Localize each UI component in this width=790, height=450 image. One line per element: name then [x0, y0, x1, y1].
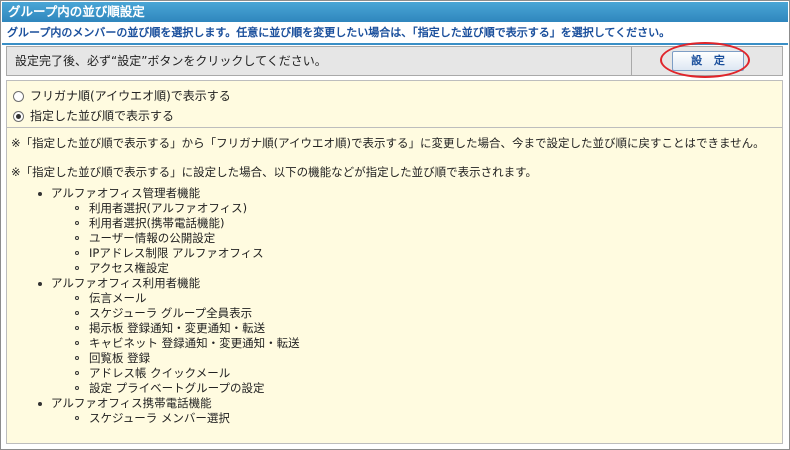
bullet: [38, 282, 42, 286]
list-item: ユーザー情報の公開設定: [51, 231, 300, 246]
bullet: [38, 402, 42, 406]
list-item: 設定 プライベートグループの設定: [51, 381, 300, 396]
feature-list: アルファオフィス管理者機能 利用者選択(アルファオフィス) 利用者選択(携帯電話…: [7, 186, 300, 426]
panel-subtitle: グループ内のメンバーの並び順を選択します。任意に並び順を変更したい場合は、「指定…: [7, 26, 671, 39]
set-button[interactable]: 設 定: [672, 51, 744, 71]
sort-options: フリガナ順(アイウエオ順)で表示する 指定した並び順で表示する: [6, 80, 783, 128]
settings-instruction: 設定完了後、必ず“設定”ボタンをクリックしてください。: [15, 54, 327, 68]
list-item: スケジューラ グループ全員表示: [51, 306, 300, 321]
note-warning: ※「指定した並び順で表示する」から「フリガナ順(アイウエオ順)で表示する」に変更…: [11, 136, 765, 150]
bullet: [38, 192, 42, 196]
feature-group: アルファオフィス利用者機能 伝言メール スケジューラ グループ全員表示 掲示板 …: [7, 276, 300, 396]
list-item: キャビネット 登録通知・変更通知・転送: [51, 336, 300, 351]
list-item: IPアドレス制限 アルファオフィス: [51, 246, 300, 261]
divider: [2, 43, 788, 45]
panel-title: グループ内の並び順設定: [2, 2, 788, 22]
list-item: 伝言メール: [51, 291, 300, 306]
list-item: 利用者選択(アルファオフィス): [51, 201, 300, 216]
feature-group-name: アルファオフィス携帯電話機能: [51, 396, 212, 410]
radio-furigana-order[interactable]: [13, 90, 24, 102]
option-label: フリガナ順(アイウエオ順)で表示する: [30, 89, 231, 103]
feature-items: スケジューラ メンバー選択: [51, 411, 300, 426]
settings-row: 設定完了後、必ず“設定”ボタンをクリックしてください。 設 定: [6, 42, 783, 78]
note-info: ※「指定した並び順で表示する」に設定した場合、以下の機能などが指定した並び順で表…: [11, 165, 537, 179]
list-item: 掲示板 登録通知・変更通知・転送: [51, 321, 300, 336]
list-item: 利用者選択(携帯電話機能): [51, 216, 300, 231]
list-item: アドレス帳 クイックメール: [51, 366, 300, 381]
list-item: 回覧板 登録: [51, 351, 300, 366]
option-custom-order[interactable]: 指定した並び順で表示する: [13, 107, 174, 125]
feature-items: 利用者選択(アルファオフィス) 利用者選択(携帯電話機能) ユーザー情報の公開設…: [51, 201, 300, 276]
option-furigana-order[interactable]: フリガナ順(アイウエオ順)で表示する: [13, 87, 231, 105]
option-label: 指定した並び順で表示する: [30, 109, 175, 123]
notes-area: ※「指定した並び順で表示する」から「フリガナ順(アイウエオ順)で表示する」に変更…: [6, 128, 783, 444]
list-item: アクセス権設定: [51, 261, 300, 276]
radio-custom-order[interactable]: [13, 110, 24, 122]
feature-group: アルファオフィス携帯電話機能 スケジューラ メンバー選択: [7, 396, 300, 426]
settings-button-cell: 設 定: [631, 42, 783, 78]
feature-group-name: アルファオフィス管理者機能: [51, 186, 201, 200]
list-item: スケジューラ メンバー選択: [51, 411, 300, 426]
feature-group: アルファオフィス管理者機能 利用者選択(アルファオフィス) 利用者選択(携帯電話…: [7, 186, 300, 276]
feature-items: 伝言メール スケジューラ グループ全員表示 掲示板 登録通知・変更通知・転送 キ…: [51, 291, 300, 396]
feature-group-name: アルファオフィス利用者機能: [51, 276, 201, 290]
